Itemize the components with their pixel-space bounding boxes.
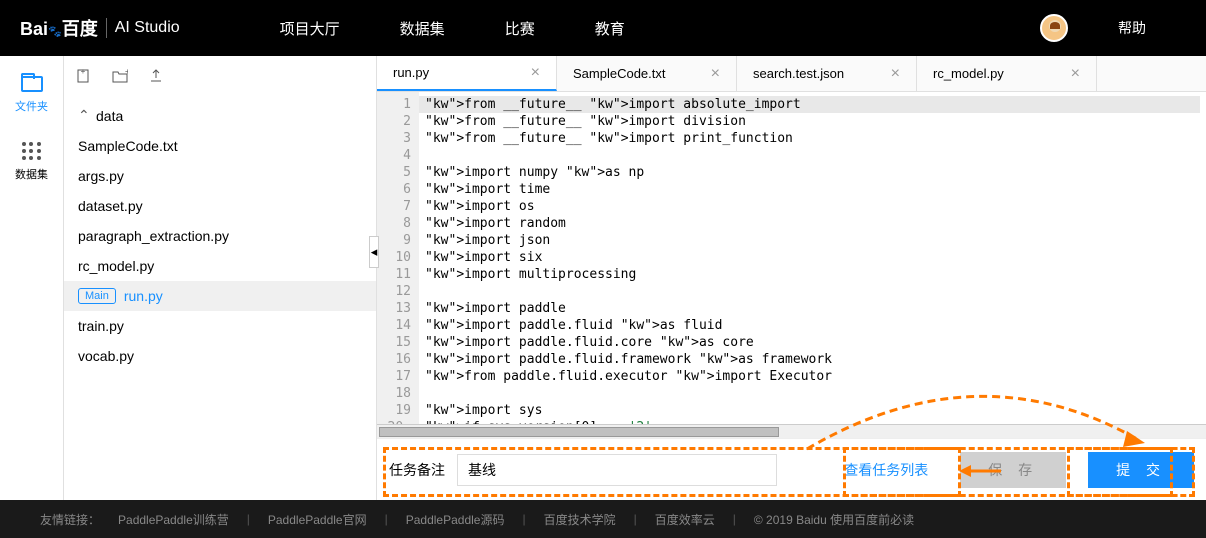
close-icon[interactable]: × [891,65,900,83]
top-navbar: Bai🐾百度 AI Studio 项目大厅 数据集 比赛 教育 帮助 [0,0,1206,56]
code-editor[interactable]: 1234567891011121314151617181920▾21222324… [377,92,1206,424]
brand-ai-studio: AI Studio [115,19,180,37]
tree-file-paragraph[interactable]: paragraph_extraction.py [64,221,376,251]
tab-run[interactable]: run.py × [377,56,557,91]
nav-projects[interactable]: 项目大厅 [280,18,340,39]
tab-label: rc_model.py [933,66,1004,81]
nav-education[interactable]: 教育 [595,18,625,39]
new-folder-icon[interactable]: + [112,68,128,84]
help-link[interactable]: 帮助 [1118,18,1146,38]
tree-file-args[interactable]: args.py [64,161,376,191]
footer-link-official[interactable]: PaddlePaddle官网 [258,511,377,528]
tree-folder-data[interactable]: ⌃ data [64,100,376,131]
new-file-icon[interactable]: + [76,68,92,84]
view-tasks-link[interactable]: 查看任务列表 [844,460,928,480]
tab-label: search.test.json [753,66,844,81]
folder-icon [21,76,43,92]
svg-text:+: + [125,68,128,76]
main-tag: Main [78,288,116,304]
tab-rc-model[interactable]: rc_model.py × [917,56,1097,91]
footer: 友情链接： PaddlePaddle训练营| PaddlePaddle官网| P… [0,500,1206,538]
tree-file-label: paragraph_extraction.py [78,228,229,244]
tree-file-label: dataset.py [78,198,143,214]
footer-link-college[interactable]: 百度技术学院 [534,511,626,528]
file-explorer: + + ⌃ data SampleCode.txt args.py dataset… [64,56,376,500]
footer-friendlinks-label: 友情链接： [40,511,100,528]
main-area: 文件夹 数据集 + + ⌃ data SampleCode.txt args.py… [0,56,1206,500]
user-avatar[interactable] [1040,14,1068,42]
collapse-sidebar-handle[interactable]: ◂ [369,236,379,268]
tab-sample[interactable]: SampleCode.txt × [557,56,737,91]
horizontal-scrollbar[interactable] [377,424,1206,438]
nav-competition[interactable]: 比赛 [505,18,535,39]
save-button[interactable]: 保 存 [960,452,1066,488]
tree-file-label: SampleCode.txt [78,138,178,154]
footer-copyright[interactable]: © 2019 Baidu 使用百度前必读 [744,511,924,528]
tree-file-label: run.py [124,288,163,304]
chevron-down-icon: ⌃ [78,107,88,124]
tree-file-vocab[interactable]: vocab.py [64,341,376,371]
task-submit-bar: 任务备注 查看任务列表 保 存 提 交 [377,438,1206,500]
brand-du: 百度 [62,19,98,39]
sidebar-dataset[interactable]: 数据集 [15,142,48,182]
left-sidebar: 文件夹 数据集 [0,56,64,500]
tree-file-rc-model[interactable]: rc_model.py [64,251,376,281]
submit-button[interactable]: 提 交 [1088,452,1194,488]
footer-link-efficiency[interactable]: 百度效率云 [645,511,725,528]
tree-file-train[interactable]: train.py [64,311,376,341]
tab-label: SampleCode.txt [573,66,666,81]
upload-icon[interactable] [148,68,164,84]
editor-tabs: run.py × SampleCode.txt × search.test.json… [377,56,1206,92]
tree-file-label: rc_model.py [78,258,154,274]
tree-file-label: args.py [78,168,124,184]
footer-link-source[interactable]: PaddlePaddle源码 [396,511,515,528]
tree-file-sample[interactable]: SampleCode.txt [64,131,376,161]
scrollbar-thumb[interactable] [379,427,779,437]
line-gutter: 1234567891011121314151617181920▾21222324 [377,92,419,424]
dataset-icon [22,142,42,160]
tree-folder-label: data [96,108,123,124]
tab-search[interactable]: search.test.json × [737,56,917,91]
brand-bai: Bai [20,19,48,39]
footer-link-training[interactable]: PaddlePaddle训练营 [108,511,239,528]
top-nav: 项目大厅 数据集 比赛 教育 [280,18,625,39]
sidebar-folder-label: 文件夹 [15,98,48,114]
close-icon[interactable]: × [1071,65,1080,83]
editor-area: ◂ run.py× SampleCode.txt× search.test.js… [376,56,1206,500]
file-tree: ⌃data SampleCode.txt args.py dataset.py … [64,96,376,375]
close-icon[interactable]: × [711,65,720,83]
task-note-label: 任务备注 [389,460,445,480]
sidebar-folder[interactable]: 文件夹 [15,76,48,114]
file-toolbar: + + [64,56,376,96]
code-content[interactable]: "kw">from __future__ "kw">import absolut… [419,92,1206,424]
tab-label: run.py [393,65,429,80]
task-note-input[interactable] [457,454,777,486]
tree-file-label: train.py [78,318,124,334]
brand-logo[interactable]: Bai🐾百度 AI Studio [20,15,180,41]
brand-divider [106,18,107,38]
close-icon[interactable]: × [531,64,540,82]
tree-file-dataset[interactable]: dataset.py [64,191,376,221]
tree-file-run[interactable]: Main run.py [64,281,376,311]
nav-datasets[interactable]: 数据集 [400,18,445,39]
sidebar-dataset-label: 数据集 [15,166,48,182]
svg-text:+: + [81,68,86,76]
tree-file-label: vocab.py [78,348,134,364]
